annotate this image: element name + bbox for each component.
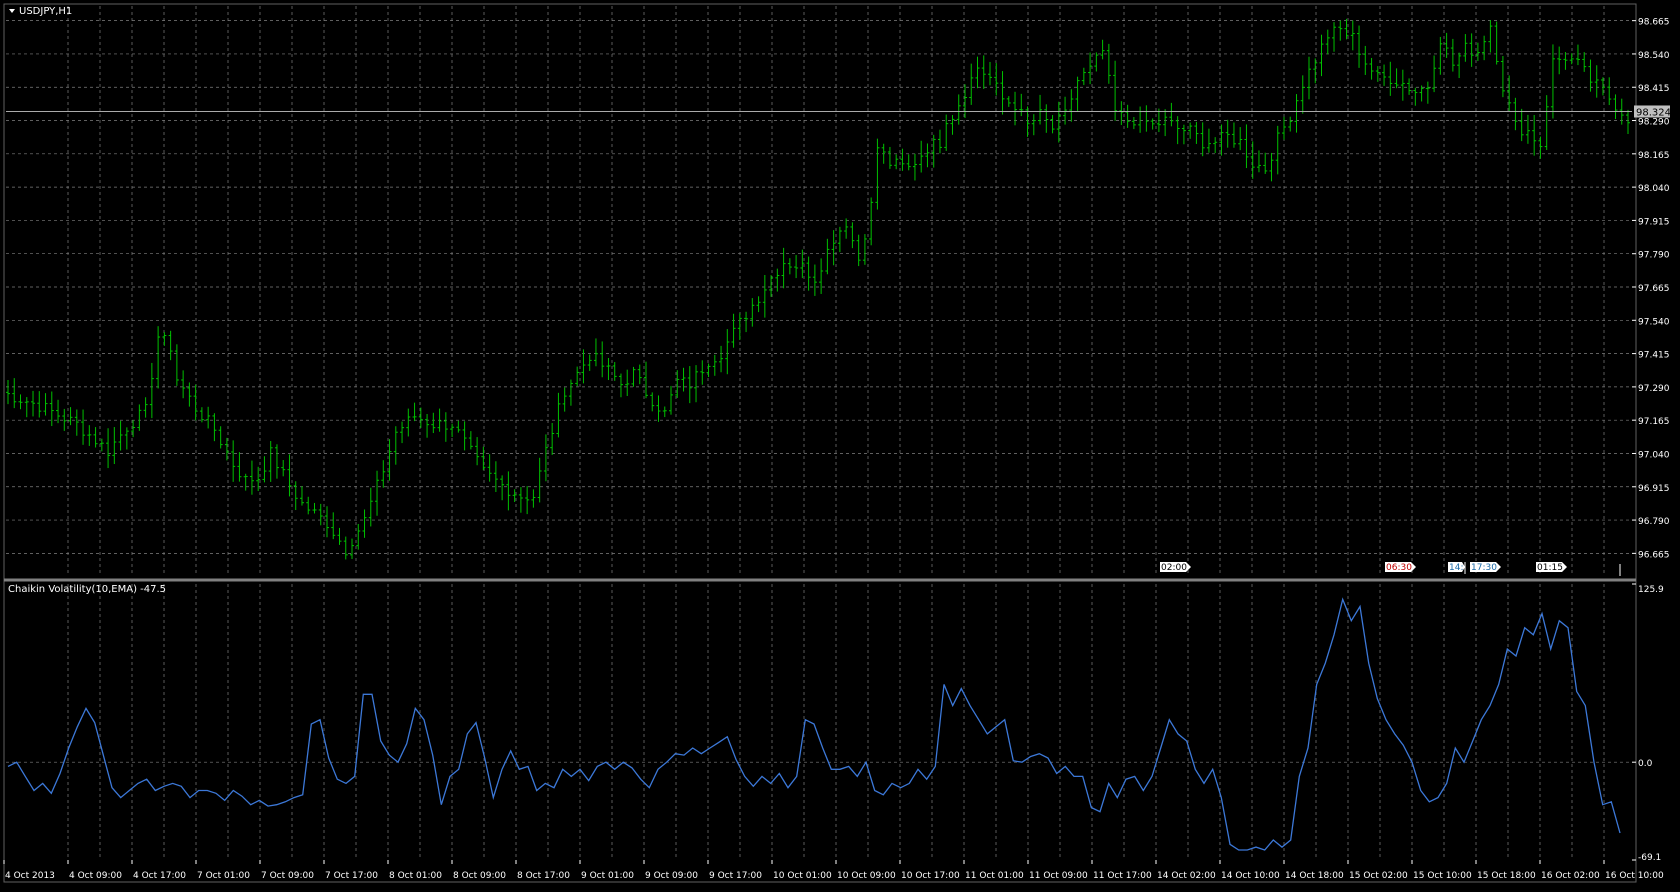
time-tick-label: 14 Oct 02:00 [1157, 871, 1216, 881]
event-marker[interactable]: 01:15 [1536, 562, 1567, 573]
indicator-tick-label: 0.0 [1638, 759, 1653, 769]
time-tick-label: 14 Oct 18:00 [1285, 871, 1344, 881]
price-tick-label: 98.415 [1638, 84, 1670, 94]
time-tick-label: 8 Oct 01:00 [389, 871, 442, 881]
price-tick-label: 96.790 [1638, 517, 1670, 527]
event-time: 14: [1449, 563, 1463, 573]
event-time: 02:00 [1161, 563, 1187, 573]
time-tick-label: 10 Oct 01:00 [773, 871, 832, 881]
indicator-tick-label: 125.9 [1638, 585, 1664, 595]
event-marker[interactable]: 02:00 [1160, 562, 1191, 573]
time-tick-label: 9 Oct 09:00 [645, 871, 698, 881]
symbol-title: USDJPY,H1 [19, 6, 72, 17]
price-tick-label: 97.165 [1638, 417, 1670, 427]
price-tick-label: 98.165 [1638, 151, 1670, 161]
price-tick-label: 97.540 [1638, 317, 1670, 327]
price-tick-label: 97.290 [1638, 384, 1670, 394]
time-tick-label: 11 Oct 01:00 [965, 871, 1024, 881]
time-tick-label: 11 Oct 09:00 [1029, 871, 1088, 881]
chart-window[interactable]: 98.665 98.540 98.415 98.290 98.165 98.040 97.9… [0, 0, 1680, 888]
event-time: 17:30 [1471, 563, 1497, 573]
time-tick-label: 15 Oct 10:00 [1413, 871, 1472, 881]
price-tick-label: 98.040 [1638, 184, 1670, 194]
price-tick-label: 97.665 [1638, 284, 1670, 294]
time-tick-label: 9 Oct 01:00 [581, 871, 634, 881]
chart-title[interactable]: USDJPY,H1 [9, 6, 72, 17]
price-tick-label: 96.915 [1638, 484, 1670, 494]
event-marker[interactable]: 06:30 [1385, 562, 1416, 573]
time-tick-label: 15 Oct 18:00 [1477, 871, 1536, 881]
price-tick-label: 98.290 [1638, 118, 1670, 128]
price-tick-label: 97.040 [1638, 450, 1670, 460]
event-time: 01:15 [1537, 563, 1563, 573]
time-tick-label: 7 Oct 09:00 [261, 871, 314, 881]
price-tick-label: 97.790 [1638, 251, 1670, 261]
time-tick-label: 11 Oct 17:00 [1093, 871, 1152, 881]
current-price-label: 98.324 [1634, 105, 1671, 118]
time-tick-label: 10 Oct 09:00 [837, 871, 896, 881]
price-tick-label: 96.665 [1638, 550, 1670, 560]
time-tick-label: 10 Oct 17:00 [901, 871, 960, 881]
event-time: 06:30 [1386, 563, 1412, 573]
price-tick-label: 97.415 [1638, 351, 1670, 361]
time-tick-label: 8 Oct 09:00 [453, 871, 506, 881]
event-marker[interactable]: 17:30 [1464, 562, 1501, 574]
time-tick-label: 15 Oct 02:00 [1349, 871, 1408, 881]
time-tick-label: 8 Oct 17:00 [517, 871, 570, 881]
price-tick-label: 98.665 [1638, 18, 1670, 28]
time-tick-label: 16 Oct 02:00 [1541, 871, 1600, 881]
time-tick-label: 14 Oct 10:00 [1221, 871, 1280, 881]
time-tick-label: 7 Oct 17:00 [325, 871, 378, 881]
indicator-title: Chaikin Volatility(10,EMA) -47.5 [8, 584, 166, 595]
time-tick-label: 7 Oct 01:00 [197, 871, 250, 881]
indicator-tick-label: -69.1 [1638, 853, 1661, 863]
event-marker[interactable]: 14: [1448, 562, 1465, 573]
current-price-text: 98.324 [1636, 107, 1671, 118]
time-tick-label: 4 Oct 2013 [5, 871, 55, 881]
time-tick-label: 16 Oct 10:00 [1605, 871, 1664, 881]
time-tick-label: 4 Oct 17:00 [133, 871, 186, 881]
time-tick-label: 4 Oct 09:00 [69, 871, 122, 881]
price-tick-label: 98.540 [1638, 51, 1670, 61]
price-tick-label: 97.915 [1638, 217, 1670, 227]
time-tick-label: 9 Oct 17:00 [709, 871, 762, 881]
